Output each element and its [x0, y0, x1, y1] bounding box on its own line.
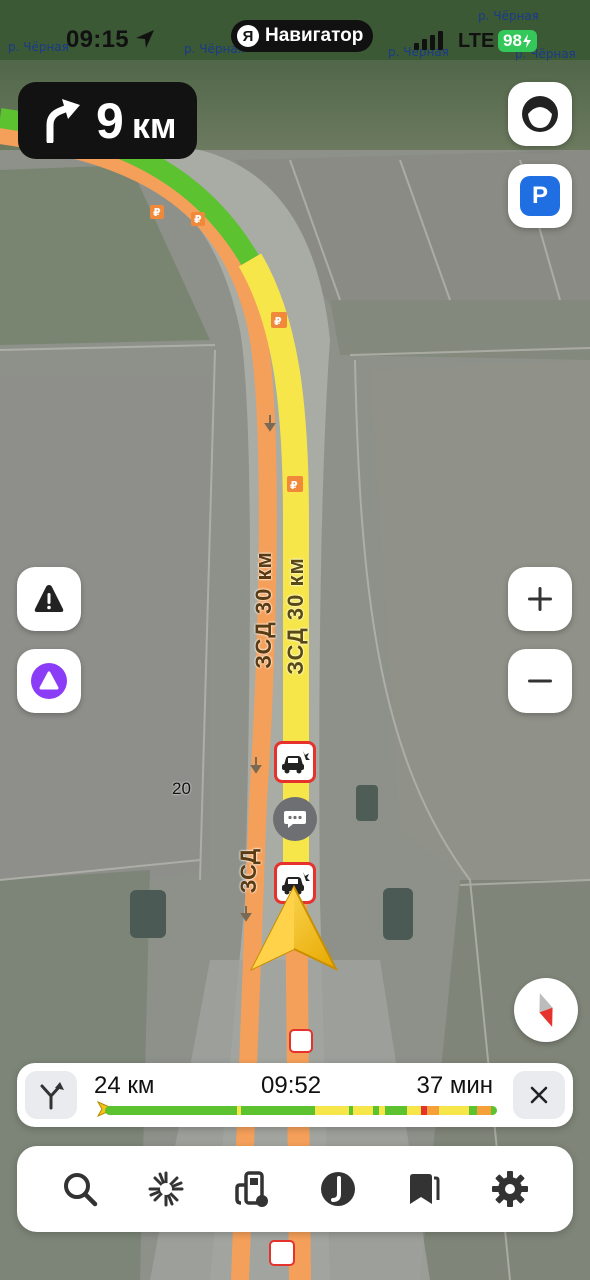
maneuver-distance-value: 9 — [96, 92, 124, 149]
parking-button[interactable]: P — [508, 164, 572, 228]
route-info-panel[interactable]: 24 км 09:52 37 мин — [17, 1063, 573, 1127]
arrival-time: 09:52 — [261, 1072, 322, 1099]
status-bar: 09:15 Я Навигатор LTE 98 — [0, 0, 590, 78]
accident-marker[interactable] — [274, 741, 316, 783]
chat-bubble-marker[interactable] — [273, 797, 317, 841]
accident-marker-small[interactable] — [269, 1240, 295, 1266]
report-incident-button[interactable] — [17, 567, 81, 631]
fuel-pump-icon — [235, 1171, 268, 1207]
svg-text:₽: ₽ — [274, 315, 282, 328]
map-marker-20: 20 — [172, 779, 191, 798]
minus-icon — [528, 679, 552, 683]
sparkle-icon — [148, 1171, 184, 1207]
alice-icon — [31, 663, 67, 699]
route-fork-icon — [40, 1082, 64, 1110]
app-name: Навигатор — [265, 25, 364, 46]
bookmark-icon — [410, 1174, 440, 1204]
zoom-out-button[interactable] — [508, 649, 572, 713]
close-route-button[interactable] — [513, 1071, 565, 1119]
turn-right-icon — [46, 98, 80, 143]
remaining-time: 37 мин — [416, 1072, 493, 1099]
warning-triangle-icon — [34, 585, 64, 612]
app-indicator[interactable]: Я Навигатор — [231, 20, 374, 52]
status-time: 09:15 — [66, 26, 129, 53]
charging-bolt-icon — [522, 34, 531, 48]
road-label-left: ЗСД 30 км — [251, 551, 276, 669]
music-button[interactable] — [310, 1161, 366, 1217]
accident-marker-small[interactable] — [289, 1029, 313, 1053]
navigation-cursor-icon — [249, 885, 339, 972]
search-icon — [64, 1173, 98, 1207]
compass-button[interactable] — [514, 978, 578, 1042]
parking-icon: P — [520, 176, 560, 216]
remaining-distance: 24 км — [94, 1072, 155, 1099]
svg-text:₽: ₽ — [290, 479, 298, 492]
user-avatar-icon — [522, 96, 558, 132]
location-arrow-icon — [136, 30, 154, 48]
next-maneuver-panel[interactable]: 9 км — [18, 82, 197, 159]
maneuver-distance-unit: км — [131, 104, 177, 146]
battery-indicator: 98 — [498, 30, 537, 52]
alice-assistant-button[interactable] — [17, 649, 81, 713]
bottom-toolbar — [17, 1146, 573, 1232]
alternative-routes-button[interactable] — [25, 1071, 77, 1119]
settings-button[interactable] — [482, 1161, 538, 1217]
comment-icon — [284, 811, 306, 828]
close-icon — [530, 1086, 548, 1104]
svg-text:₽: ₽ — [153, 206, 161, 219]
compass-icon — [539, 993, 553, 1027]
music-app-icon — [321, 1172, 355, 1206]
network-type: LTE — [458, 30, 495, 52]
road-label-right: ЗСД 30 км — [283, 557, 308, 675]
cellular-signal-icon — [414, 31, 443, 50]
traffic-progress-bar — [105, 1106, 497, 1115]
plus-icon — [528, 587, 552, 611]
car-crash-icon — [282, 751, 310, 774]
search-button[interactable] — [52, 1161, 108, 1217]
discovery-button[interactable] — [138, 1161, 194, 1217]
svg-text:₽: ₽ — [194, 213, 202, 226]
maneuver-distance: 9 км — [96, 92, 176, 150]
zoom-in-button[interactable] — [508, 567, 572, 631]
fuel-button[interactable] — [224, 1161, 280, 1217]
yandex-logo-icon: Я — [237, 25, 259, 47]
gear-icon — [492, 1171, 528, 1207]
profile-button[interactable] — [508, 82, 572, 146]
battery-level: 98 — [503, 31, 522, 50]
bookmarks-button[interactable] — [396, 1161, 452, 1217]
